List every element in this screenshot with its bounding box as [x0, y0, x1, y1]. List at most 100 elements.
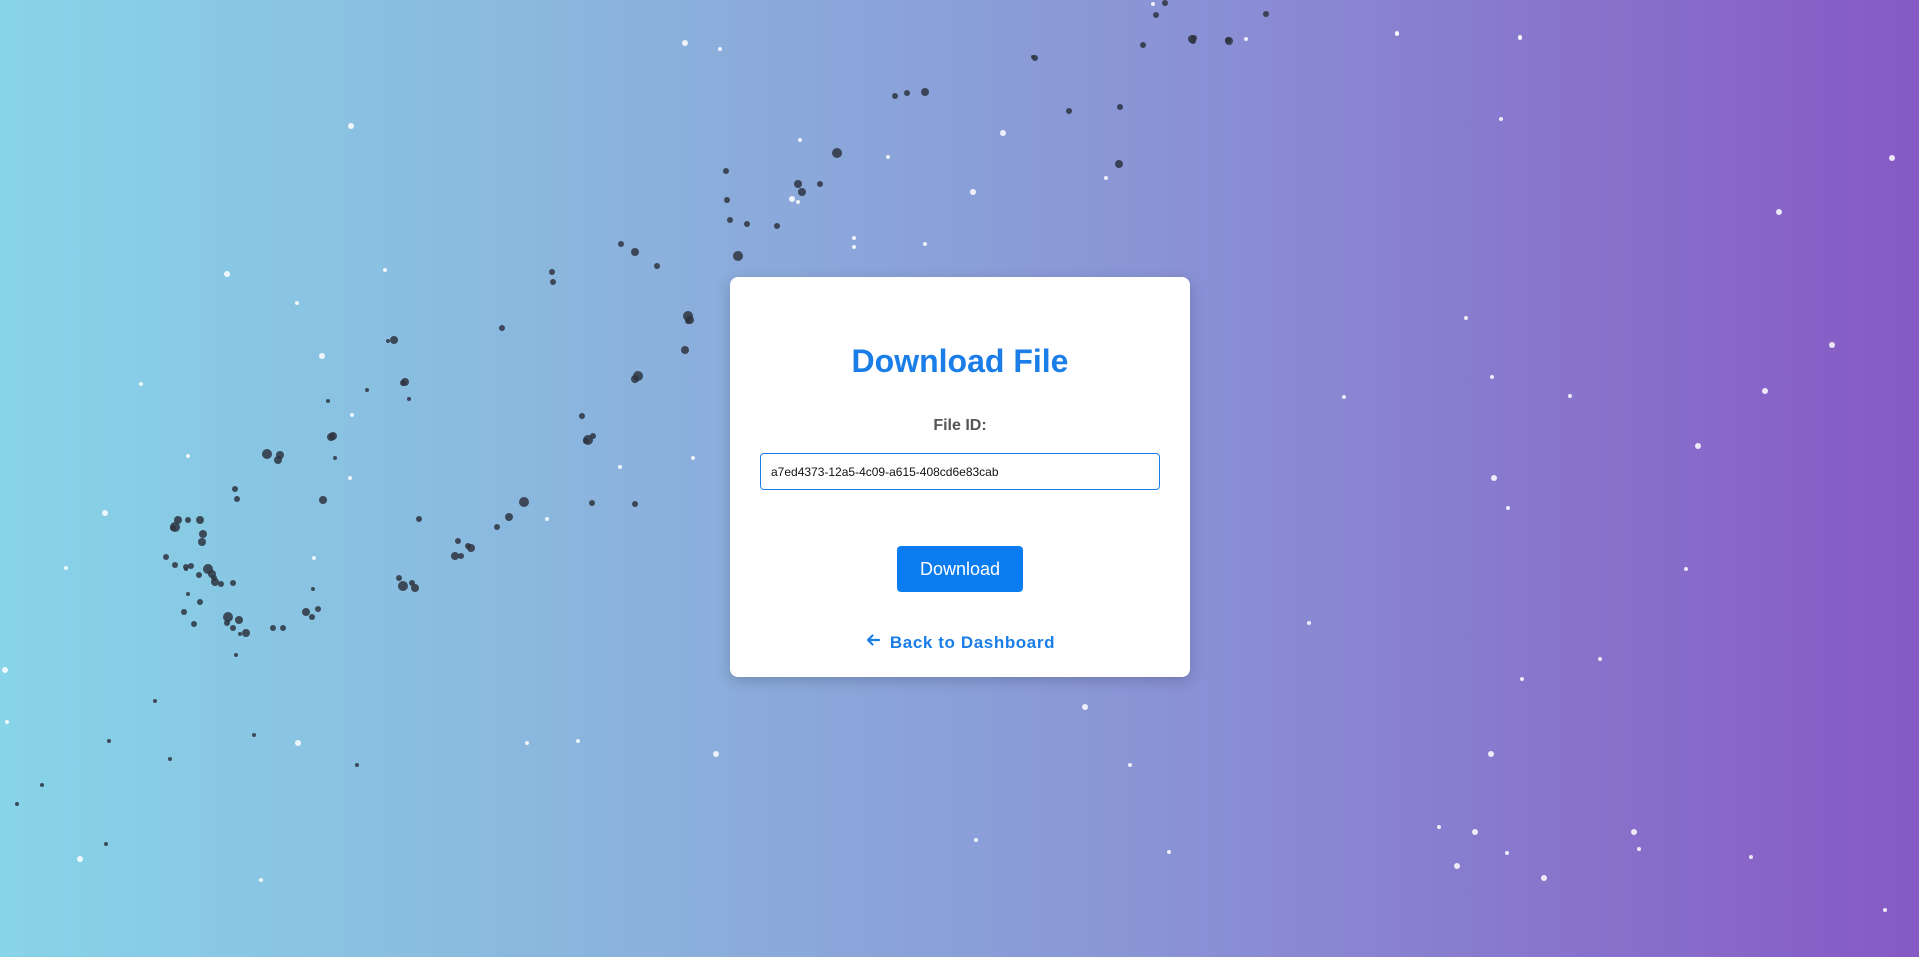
particle-dot — [1117, 104, 1123, 110]
particle-dot — [1115, 160, 1123, 168]
particle-dot — [107, 739, 111, 743]
particle-dot — [172, 562, 178, 568]
particle-dot — [1031, 55, 1035, 59]
particle-dot — [549, 269, 555, 275]
particle-dot — [311, 587, 315, 591]
particle-dot — [186, 592, 190, 596]
particle-dot — [232, 486, 238, 492]
particle-dot — [618, 465, 622, 469]
particle-dot — [396, 575, 402, 581]
particle-dot — [590, 433, 596, 439]
particle-dot — [921, 88, 929, 96]
particle-dot — [163, 554, 169, 560]
particle-dot — [386, 339, 390, 343]
particle-dot — [654, 263, 660, 269]
file-id-label: File ID: — [933, 417, 987, 434]
particle-dot — [1464, 316, 1468, 320]
particle-dot — [77, 856, 83, 862]
particle-dot — [1167, 850, 1171, 854]
particle-dot — [1342, 395, 1346, 399]
particle-dot — [280, 625, 286, 631]
particle-dot — [724, 197, 730, 203]
particle-dot — [139, 382, 143, 386]
particle-dot — [499, 325, 505, 331]
particle-dot — [1506, 506, 1510, 510]
particle-dot — [727, 217, 733, 223]
particle-dot — [1518, 35, 1522, 39]
particle-dot — [348, 476, 352, 480]
particle-dot — [682, 40, 688, 46]
particle-dot — [15, 802, 19, 806]
particle-dot — [1066, 108, 1072, 114]
particle-dot — [234, 653, 238, 657]
particle-dot — [238, 632, 242, 636]
particle-dot — [1104, 176, 1108, 180]
particle-dot — [186, 454, 190, 458]
particle-dot — [458, 553, 464, 559]
particle-dot — [618, 241, 624, 247]
particle-dot — [168, 757, 172, 761]
particle-dot — [970, 189, 976, 195]
particle-dot — [681, 346, 689, 354]
particle-dot — [455, 538, 461, 544]
particle-dot — [1190, 38, 1196, 44]
particle-dot — [1499, 117, 1503, 121]
particle-dot — [407, 397, 411, 401]
particle-dot — [817, 181, 823, 187]
particle-dot — [295, 740, 301, 746]
particle-dot — [631, 248, 639, 256]
particle-dot — [170, 525, 176, 531]
particle-dot — [832, 148, 842, 158]
particle-dot — [713, 751, 719, 757]
particle-dot — [230, 625, 236, 631]
particle-dot — [398, 581, 408, 591]
particle-dot — [191, 621, 197, 627]
download-button[interactable]: Download — [897, 546, 1023, 592]
particle-dot — [390, 336, 398, 344]
particle-dot — [794, 180, 802, 188]
back-to-dashboard-link[interactable]: Back to Dashboard — [730, 632, 1190, 653]
particle-dot — [1225, 37, 1231, 43]
particle-dot — [1488, 751, 1494, 757]
particle-dot — [691, 456, 695, 460]
particle-dot — [579, 413, 585, 419]
particle-dot — [153, 699, 157, 703]
particle-dot — [550, 279, 556, 285]
particle-dot — [400, 380, 406, 386]
particle-dot — [1000, 130, 1006, 136]
particle-dot — [1307, 621, 1311, 625]
particle-dot — [1684, 567, 1688, 571]
particle-dot — [188, 563, 194, 569]
particle-dot — [1140, 42, 1146, 48]
particle-dot — [1491, 475, 1497, 481]
particle-dot — [218, 581, 224, 587]
particle-dot — [852, 245, 856, 249]
particle-dot — [852, 236, 856, 240]
particle-dot — [104, 842, 108, 846]
particle-dot — [235, 616, 243, 624]
particle-dot — [365, 388, 369, 392]
particle-dot — [184, 567, 188, 571]
particle-dot — [181, 609, 187, 615]
particle-dot — [1153, 12, 1159, 18]
particle-dot — [1598, 657, 1602, 661]
particle-dot — [1472, 829, 1478, 835]
particle-dot — [525, 741, 529, 745]
particle-dot — [904, 90, 910, 96]
particle-dot — [262, 449, 272, 459]
particle-dot — [198, 538, 206, 546]
particle-dot — [295, 301, 299, 305]
particle-dot — [589, 500, 595, 506]
particle-dot — [309, 614, 315, 620]
particle-dot — [409, 580, 415, 586]
file-id-input[interactable] — [760, 453, 1160, 490]
particle-dot — [1490, 375, 1494, 379]
particle-dot — [327, 433, 335, 441]
particle-dot — [102, 510, 108, 516]
particle-dot — [1637, 847, 1641, 851]
particle-dot — [1454, 863, 1460, 869]
particle-dot — [348, 123, 354, 129]
particle-dot — [798, 138, 802, 142]
particle-dot — [326, 399, 330, 403]
particle-dot — [1631, 829, 1637, 835]
